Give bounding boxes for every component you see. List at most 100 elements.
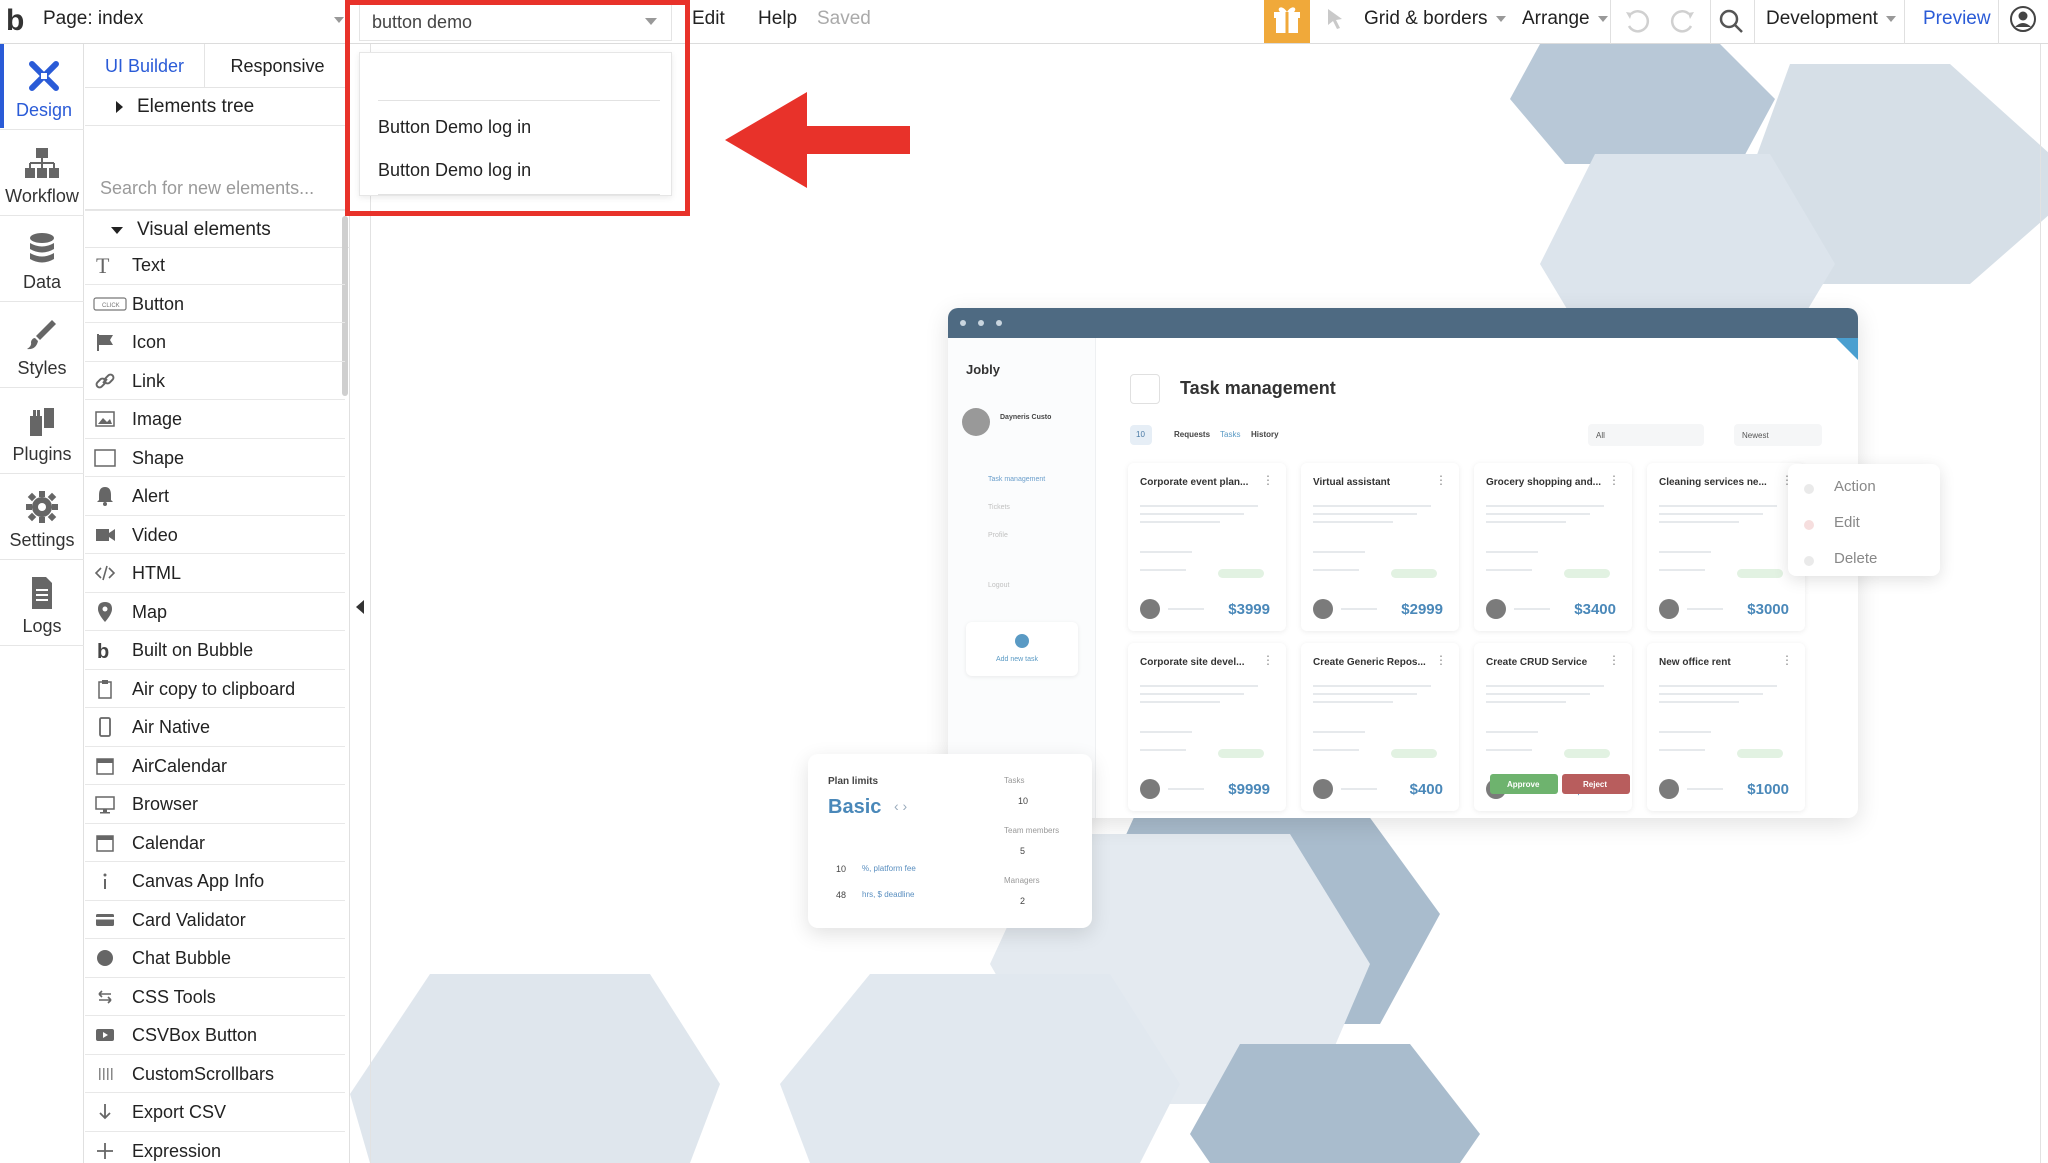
palette-item-chat-bubble[interactable]: Chat Bubble (85, 939, 345, 978)
pointer-icon[interactable] (1318, 0, 1354, 38)
workflow-icon (25, 148, 59, 178)
button-icon: CLICK (93, 292, 127, 316)
plan-title: Plan limits (828, 776, 879, 787)
text-line (1486, 701, 1566, 703)
page-selector[interactable]: Page: index (42, 0, 347, 44)
palette-item-label: Chat Bubble (132, 948, 232, 968)
task-card: Corporate site devel... ⋮ $9999 (1128, 643, 1286, 811)
text-line (1140, 551, 1192, 553)
text-line (1140, 701, 1220, 703)
search-icon[interactable] (1714, 4, 1748, 38)
palette-item-aircalendar[interactable]: AirCalendar (85, 747, 345, 785)
palette-item-air-native[interactable]: Air Native (85, 708, 345, 747)
action-dot (1804, 484, 1814, 494)
gift-button[interactable] (1264, 0, 1310, 43)
arrange-menu[interactable]: Arrange (1522, 0, 1608, 38)
text-line (1140, 685, 1258, 687)
palette-item-canvas-app-info[interactable]: Canvas App Info (85, 862, 345, 901)
sidebar-tab-settings[interactable]: Settings (0, 474, 84, 558)
text-line (1486, 749, 1532, 751)
sidebar-label: Styles (17, 358, 67, 378)
sidebar-tab-logs[interactable]: Logs (0, 560, 84, 644)
canvas-right-edge (2040, 44, 2041, 1163)
palette-item-html[interactable]: HTML (85, 554, 345, 593)
palette-item-css-tools[interactable]: CSS Tools (85, 978, 345, 1016)
palette-item-label: Air Native (132, 717, 211, 737)
palette-item-alert[interactable]: Alert (85, 477, 345, 516)
menu-help[interactable]: Help (758, 0, 797, 38)
undo-icon[interactable] (1620, 4, 1654, 38)
text-line (1659, 749, 1705, 751)
sidebar-tab-design[interactable]: Design (0, 44, 84, 128)
preview-button[interactable]: Preview (1923, 0, 1991, 38)
visual-elements-toggle[interactable]: Visual elements (85, 210, 350, 248)
sidebar-tab-styles[interactable]: Styles (0, 302, 84, 386)
sidebar-tab-plugins[interactable]: Plugins (0, 388, 84, 472)
sidebar-tab-data[interactable]: Data (0, 216, 84, 300)
search-elements-input[interactable] (85, 166, 350, 210)
palette-item-expression[interactable]: Expression (85, 1132, 345, 1163)
chevron-down-icon[interactable] (334, 17, 344, 23)
reject-label: Reject (1583, 780, 1608, 789)
development-menu[interactable]: Development (1766, 0, 1896, 38)
text-line (1486, 731, 1538, 733)
palette-item-button[interactable]: CLICK Button (85, 285, 345, 323)
text-line (1140, 513, 1244, 515)
sidebar-label: Design (15, 100, 73, 120)
palette-item-shape[interactable]: Shape (85, 439, 345, 477)
palette-item-export-csv[interactable]: Export CSV (85, 1093, 345, 1132)
caret-right-icon (116, 101, 123, 113)
palette-item-card-validator[interactable]: Card Validator (85, 901, 345, 939)
redo-icon[interactable] (1666, 4, 1700, 38)
bell-icon (93, 484, 117, 508)
task-card-title: Grocery shopping and... (1486, 477, 1602, 488)
palette-item-browser[interactable]: Browser (85, 785, 345, 824)
palette-item-map[interactable]: Map (85, 593, 345, 631)
chevron-left-right-icon: ‹ › (894, 798, 908, 814)
palette-item-icon[interactable]: Icon (85, 323, 345, 362)
calendar-icon (93, 754, 117, 778)
task-card-title: Corporate event plan... (1140, 477, 1249, 488)
palette-item-calendar[interactable]: Calendar (85, 824, 345, 862)
user-avatar-icon[interactable] (2008, 4, 2038, 34)
sidebar-label: Settings (9, 530, 75, 550)
elements-palette: UI Builder Responsive Elements tree Visu… (85, 44, 350, 1163)
task-price: $400 (1409, 781, 1443, 798)
more-vertical-icon: ⋮ (1781, 653, 1793, 667)
menu-edit[interactable]: Edit (692, 0, 725, 38)
palette-item-image[interactable]: Image (85, 400, 345, 439)
tab-ui-builder[interactable]: UI Builder (85, 44, 205, 88)
sidebar-label: Logs (22, 616, 62, 636)
text-line (1140, 521, 1220, 523)
text-line (1659, 701, 1739, 703)
plan-row-value: 10 (836, 864, 847, 874)
status-badge (1218, 569, 1264, 578)
tab-responsive[interactable]: Responsive (205, 44, 350, 88)
text-line (1313, 685, 1431, 687)
red-arrow-icon (725, 92, 910, 188)
text-line (1313, 521, 1393, 523)
avatar (1486, 599, 1506, 619)
palette-item-text[interactable]: T Text (85, 246, 345, 285)
task-cards: Corporate event plan... ⋮ $3999 Virtual ass… (948, 308, 1858, 818)
sidebar-tab-workflow[interactable]: Workflow (0, 130, 84, 214)
palette-item-video[interactable]: Video (85, 516, 345, 554)
palette-item-customscrollbars[interactable]: CustomScrollbars (85, 1055, 345, 1093)
bubble-logo-icon[interactable]: b (6, 4, 34, 38)
development-label: Development (1766, 8, 1878, 29)
plugin-icon (30, 408, 54, 436)
task-card-title: New office rent (1659, 657, 1731, 668)
palette-item-label: Expression (132, 1140, 222, 1161)
elements-tree-toggle[interactable]: Elements tree (85, 88, 350, 126)
collapse-palette-icon[interactable] (356, 600, 364, 614)
palette-item-link[interactable]: Link (85, 362, 345, 400)
more-vertical-icon: ⋮ (1262, 473, 1274, 487)
grid-borders-menu[interactable]: Grid & borders (1364, 0, 1506, 38)
text-line (1659, 569, 1705, 571)
palette-item-built-on-bubble[interactable]: b Built on Bubble (85, 631, 345, 670)
task-card-title: Virtual assistant (1313, 477, 1391, 488)
palette-item-air-copy-to-clipboard[interactable]: Air copy to clipboard (85, 670, 345, 708)
task-card: Corporate event plan... ⋮ $3999 (1128, 463, 1286, 631)
status-badge (1737, 569, 1783, 578)
palette-item-csvbox-button[interactable]: CSVBox Button (85, 1016, 345, 1055)
